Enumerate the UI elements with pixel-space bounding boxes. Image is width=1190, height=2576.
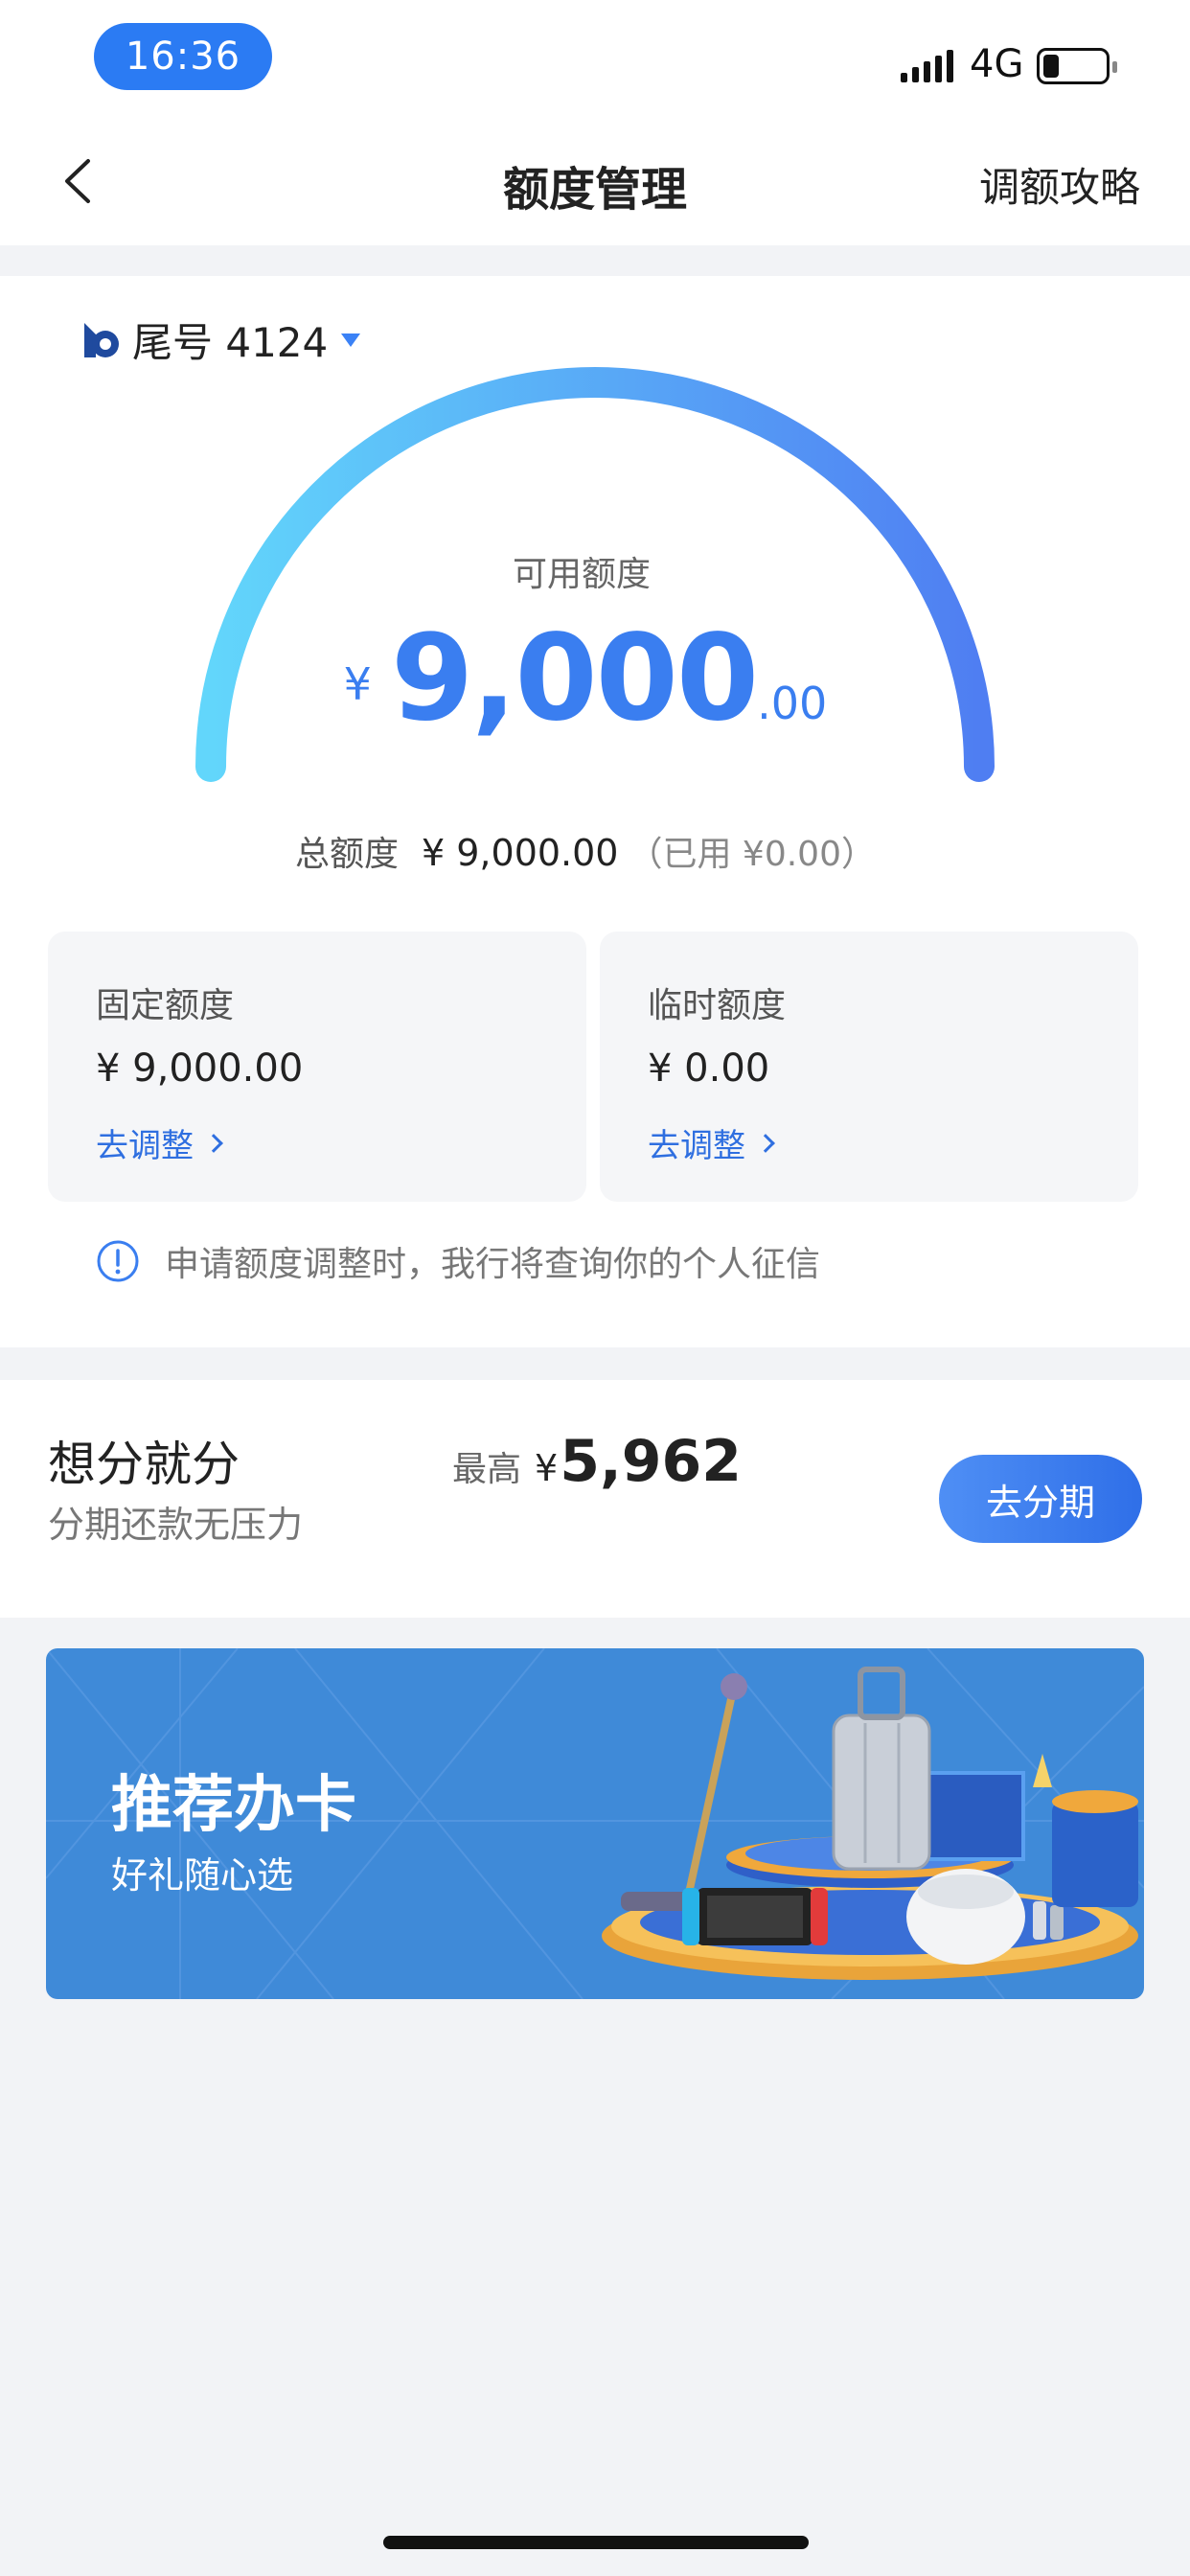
installment-button[interactable]: 去分期 bbox=[939, 1455, 1142, 1543]
fixed-quota-adjust-link[interactable]: 去调整 bbox=[96, 1119, 223, 1166]
used-quota: （已用 ¥0.00） bbox=[628, 835, 876, 874]
chevron-right-icon bbox=[204, 1133, 223, 1153]
installment-section: 想分就分 分期还款无压力 最高 ¥ 5,962 去分期 bbox=[0, 1380, 1190, 1618]
max-value: 5,962 bbox=[560, 1428, 742, 1495]
installment-title: 想分就分 bbox=[48, 1437, 240, 1492]
credit-notice: 申请额度调整时，我行将查询你的个人征信 bbox=[96, 1236, 820, 1286]
total-quota-label: 总额度 bbox=[294, 835, 399, 874]
installment-subtitle: 分期还款无压力 bbox=[48, 1504, 304, 1546]
fixed-quota-title: 固定额度 bbox=[96, 986, 235, 1025]
status-bar: 16:36 4G bbox=[0, 0, 1190, 115]
max-currency: ¥ bbox=[535, 1447, 559, 1489]
available-quota-amount: ¥9,000.00 bbox=[0, 610, 1180, 748]
temp-quota-title: 临时额度 bbox=[648, 986, 787, 1025]
notice-text: 申请额度调整时，我行将查询你的个人征信 bbox=[165, 1245, 821, 1284]
signal-icon bbox=[901, 50, 953, 82]
gift-products-illustration bbox=[602, 1667, 1138, 1980]
banner-subtitle: 好礼随心选 bbox=[111, 1854, 294, 1897]
apply-card-banner[interactable]: 推荐办卡 好礼随心选 bbox=[46, 1648, 1144, 1999]
currency-symbol: ¥ bbox=[343, 658, 372, 710]
temp-quota-value: ¥ 0.00 bbox=[648, 1046, 770, 1091]
quota-section: 尾号 4124 可用额度 ¥9,000.00 总额度 ¥ 9,000.00 （已用 … bbox=[0, 276, 1190, 1347]
bank-logo-icon bbox=[84, 322, 119, 357]
amount-decimal: .00 bbox=[757, 678, 828, 729]
installment-max: 最高 ¥ 5,962 bbox=[452, 1428, 742, 1495]
battery-icon bbox=[1037, 48, 1117, 84]
status-time: 16:36 bbox=[94, 23, 272, 90]
fixed-quota-card: 固定额度 ¥ 9,000.00 去调整 bbox=[48, 932, 586, 1202]
total-quota: 总额度 ¥ 9,000.00 （已用 ¥0.00） bbox=[0, 826, 1180, 876]
quota-guide-link[interactable]: 调额攻略 bbox=[979, 155, 1140, 214]
temp-quota-card: 临时额度 ¥ 0.00 去调整 bbox=[600, 932, 1138, 1202]
home-indicator[interactable] bbox=[383, 2536, 809, 2549]
dropdown-triangle-icon bbox=[341, 333, 361, 347]
amount-integer: 9,000 bbox=[390, 610, 759, 748]
fixed-quota-value: ¥ 9,000.00 bbox=[96, 1046, 304, 1091]
banner-title: 推荐办卡 bbox=[111, 1770, 356, 1841]
info-circle-icon bbox=[97, 1240, 139, 1282]
adjust-label: 去调整 bbox=[96, 1127, 194, 1165]
total-quota-value: ¥ 9,000.00 bbox=[422, 832, 619, 874]
temp-quota-adjust-link[interactable]: 去调整 bbox=[648, 1119, 775, 1166]
nav-bar: 额度管理 调额攻略 bbox=[0, 115, 1190, 245]
max-label: 最高 bbox=[452, 1450, 522, 1489]
network-type: 4G bbox=[970, 42, 1024, 86]
chevron-right-icon bbox=[756, 1133, 775, 1153]
available-quota-label: 可用额度 bbox=[512, 555, 651, 594]
adjust-label: 去调整 bbox=[648, 1127, 745, 1165]
